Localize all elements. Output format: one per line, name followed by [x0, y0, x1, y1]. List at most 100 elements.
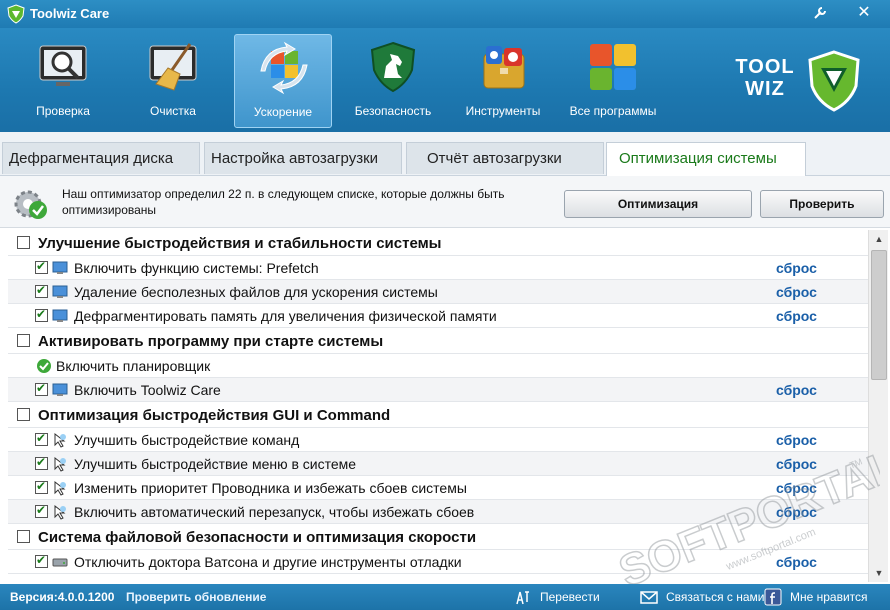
check-button[interactable]: Проверить: [760, 190, 884, 218]
group-label: Улучшение быстродействия и стабильности …: [38, 235, 442, 252]
item-checkbox[interactable]: [35, 479, 48, 494]
translate-icon: [516, 591, 529, 605]
item-checkbox[interactable]: [35, 283, 48, 298]
item-label: Отключить доктора Ватсона и другие инстр…: [74, 554, 462, 570]
tab-strip: Дефрагментация диска Настройка автозагру…: [0, 132, 890, 176]
item-label: Включить функцию системы: Prefetch: [74, 260, 319, 276]
status-bar: Версия:4.0.0.1200 Проверить обновление П…: [0, 584, 890, 610]
list-item[interactable]: Включить функцию системы: Prefetch сброс: [8, 256, 868, 280]
group-label: Оптимизация быстродействия GUI и Command: [38, 407, 391, 424]
reset-link[interactable]: сброс: [776, 382, 817, 398]
group-checkbox[interactable]: [17, 334, 30, 347]
list-item[interactable]: Изменить приоритет Проводника и избежать…: [8, 476, 868, 500]
toolbar-item-security[interactable]: Безопасность: [344, 34, 442, 128]
disk-drive-icon: [52, 558, 68, 567]
scroll-up-icon[interactable]: ▲: [870, 230, 888, 248]
tab-disk-defrag[interactable]: Дефрагментация диска: [2, 142, 200, 174]
toolbar-label: Очистка: [150, 104, 196, 118]
group-row[interactable]: Активировать программу при старте систем…: [8, 328, 868, 354]
item-checkbox[interactable]: [35, 381, 48, 396]
toolbar-label: Безопасность: [354, 104, 432, 118]
list-item[interactable]: Улучшить быстродействие команд сброс: [8, 428, 868, 452]
reset-link[interactable]: сброс: [776, 260, 817, 276]
brand-line2: WIZ: [745, 78, 785, 100]
item-checkbox[interactable]: [35, 259, 48, 274]
tab-autorun-report[interactable]: Отчёт автозагрузки: [406, 142, 604, 174]
toolbar-label: Инструменты: [465, 104, 541, 118]
scroll-down-icon[interactable]: ▼: [870, 564, 888, 582]
brand-logo: TOOL WIZ: [730, 46, 870, 126]
item-checkbox[interactable]: [35, 553, 48, 568]
reset-link[interactable]: сброс: [776, 308, 817, 324]
toolwiz-logo-icon: [7, 4, 25, 24]
item-label: Улучшить быстродействие команд: [74, 432, 300, 448]
reset-link[interactable]: сброс: [776, 456, 817, 472]
toolbar-item-all-programs[interactable]: Все программы: [564, 34, 662, 128]
group-label: Система файловой безопасности и оптимиза…: [38, 529, 477, 546]
tab-autorun-settings[interactable]: Настройка автозагрузки: [204, 142, 402, 174]
main-toolbar: Проверка Очистка Ускорение Безопасность: [0, 28, 890, 132]
toolbar-label: Проверка: [36, 104, 90, 118]
all-apps-grid-icon: [590, 44, 636, 90]
close-button[interactable]: ✕: [852, 2, 876, 24]
horse-shield-icon: [370, 41, 416, 93]
item-label: Изменить приоритет Проводника и избежать…: [74, 480, 467, 496]
facebook-icon: [764, 588, 782, 606]
toolbar-label: Ускорение: [253, 105, 313, 119]
toolbar-item-scan[interactable]: Проверка: [14, 34, 112, 128]
toolwiz-shield-icon: [808, 50, 860, 112]
group-row[interactable]: Улучшение быстродействия и стабильности …: [8, 230, 868, 256]
item-checkbox[interactable]: [35, 455, 48, 470]
window-title: Toolwiz Care: [30, 6, 110, 21]
gear-check-icon: [14, 190, 47, 219]
brand-line1: TOOL: [735, 56, 795, 78]
group-checkbox[interactable]: [17, 408, 30, 421]
group-row[interactable]: Оптимизация быстродействия GUI и Command: [8, 402, 868, 428]
item-checkbox[interactable]: [35, 431, 48, 446]
brand-text: TOOL WIZ: [730, 56, 800, 100]
item-label: Дефрагментировать память для увеличения …: [74, 308, 497, 324]
item-checkbox[interactable]: [35, 503, 48, 518]
group-checkbox[interactable]: [17, 530, 30, 543]
group-checkbox[interactable]: [17, 236, 30, 249]
reset-link[interactable]: сброс: [776, 284, 817, 300]
check-update-link[interactable]: Проверить обновление: [126, 590, 266, 604]
translate-link[interactable]: Перевести: [540, 590, 600, 604]
group-label: Активировать программу при старте систем…: [38, 333, 384, 350]
monitor-icon: [52, 261, 68, 274]
monitor-icon: [52, 285, 68, 298]
list-item[interactable]: Отключить доктора Ватсона и другие инстр…: [8, 550, 868, 574]
tab-system-optimization[interactable]: Оптимизация системы: [606, 142, 806, 176]
mouse-pointer-icon: [54, 480, 66, 496]
optimizer-message: Наш оптимизатор определил 22 п. в следую…: [62, 187, 505, 217]
toolbar-item-tools[interactable]: Инструменты: [454, 34, 552, 128]
reset-link[interactable]: сброс: [776, 554, 817, 570]
monitor-icon: [52, 383, 68, 396]
mouse-pointer-icon: [54, 504, 66, 520]
list-item[interactable]: Улучшить быстродействие меню в системе с…: [8, 452, 868, 476]
list-item[interactable]: Удаление бесполезных файлов для ускорени…: [8, 280, 868, 304]
group-row[interactable]: Система файловой безопасности и оптимиза…: [8, 524, 868, 550]
mouse-pointer-icon: [54, 432, 66, 448]
scroll-thumb[interactable]: [871, 250, 887, 380]
like-link[interactable]: Мне нравится: [790, 590, 868, 604]
contact-link[interactable]: Связаться с нами: [666, 590, 764, 604]
reset-link[interactable]: сброс: [776, 432, 817, 448]
item-label: Включить автоматический перезапуск, чтоб…: [74, 504, 475, 520]
toolbar-item-speedup[interactable]: Ускорение: [234, 34, 332, 128]
monitor-icon: [52, 309, 68, 322]
optimize-button[interactable]: Оптимизация: [564, 190, 752, 218]
list-item: Включить планировщик: [8, 354, 868, 378]
item-label: Включить планировщик: [56, 358, 211, 374]
item-checkbox[interactable]: [35, 307, 48, 322]
tools-box-icon: [483, 46, 525, 89]
reset-link[interactable]: сброс: [776, 480, 817, 496]
list-item[interactable]: Включить автоматический перезапуск, чтоб…: [8, 500, 868, 524]
wrench-icon[interactable]: [808, 2, 832, 24]
item-label: Удаление бесполезных файлов для ускорени…: [74, 284, 438, 300]
list-scrollbar[interactable]: ▲ ▼: [868, 230, 888, 582]
list-item[interactable]: Дефрагментировать память для увеличения …: [8, 304, 868, 328]
toolbar-item-clean[interactable]: Очистка: [124, 34, 222, 128]
list-item[interactable]: Включить Toolwiz Care сброс: [8, 378, 868, 402]
reset-link[interactable]: сброс: [776, 504, 817, 520]
